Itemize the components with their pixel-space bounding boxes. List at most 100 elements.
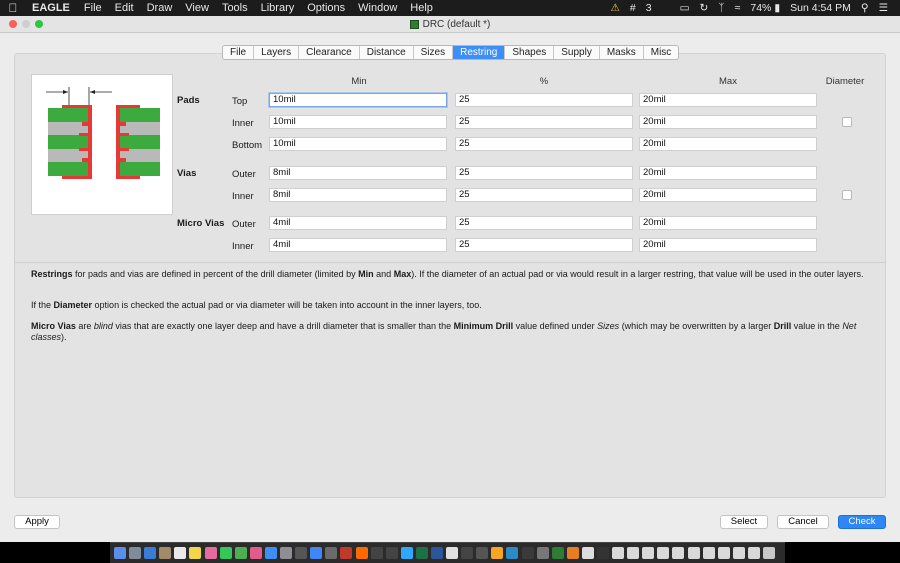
pads-diameter-checkbox[interactable] xyxy=(842,117,852,127)
menu-edit[interactable]: Edit xyxy=(115,2,134,14)
cancel-button[interactable]: Cancel xyxy=(777,515,829,529)
pads-bottom-min-field[interactable]: 10mil xyxy=(269,137,447,151)
app-icon-15[interactable] xyxy=(325,547,338,559)
pads-top-min-field[interactable]: 10mil xyxy=(269,93,447,107)
micro-vias-inner-min-field[interactable]: 4mil xyxy=(269,238,447,252)
vias-outer-percent-field[interactable]: 25 xyxy=(455,166,633,180)
battery-level[interactable]: 74% xyxy=(750,2,771,14)
hash-icon[interactable]: # xyxy=(630,2,636,14)
app-name[interactable]: EAGLE xyxy=(32,2,70,14)
pads-top-max-field[interactable]: 20mil xyxy=(639,93,817,107)
app-icon-27[interactable] xyxy=(506,547,519,559)
select-button[interactable]: Select xyxy=(720,515,768,529)
menu-library[interactable]: Library xyxy=(261,2,295,14)
bluetooth-icon[interactable]: ᛉ xyxy=(718,2,724,14)
tab-restring[interactable]: Restring xyxy=(453,46,506,59)
zoom-window-button[interactable] xyxy=(35,20,43,28)
pads-inner-percent-field[interactable]: 25 xyxy=(455,115,633,129)
illustrator-icon[interactable] xyxy=(355,547,368,559)
launchpad-icon[interactable] xyxy=(129,547,142,559)
app-icon-24[interactable] xyxy=(461,547,474,559)
clock[interactable]: Sun 4:54 PM xyxy=(790,2,851,14)
menu-file[interactable]: File xyxy=(84,2,102,14)
airplay-icon[interactable]: ▭ xyxy=(680,2,690,14)
safari-icon[interactable] xyxy=(144,547,157,559)
menu-view[interactable]: View xyxy=(185,2,209,14)
sync-icon[interactable]: ↻ xyxy=(699,2,708,14)
list-icon[interactable]: ☰ xyxy=(879,2,888,14)
minimize-window-button[interactable] xyxy=(22,20,30,28)
word-icon[interactable] xyxy=(430,547,443,559)
eagle-icon[interactable] xyxy=(566,547,579,559)
app-icon-16[interactable] xyxy=(340,547,353,559)
tab-supply[interactable]: Supply xyxy=(554,46,600,59)
window-thumb-10[interactable] xyxy=(747,547,760,559)
help-icon[interactable] xyxy=(370,547,383,559)
messages-icon[interactable] xyxy=(219,547,232,559)
blender-icon[interactable] xyxy=(491,547,504,559)
app-store-icon[interactable] xyxy=(264,547,277,559)
vias-outer-min-field[interactable]: 8mil xyxy=(269,166,447,180)
pads-inner-min-field[interactable]: 10mil xyxy=(269,115,447,129)
menu-draw[interactable]: Draw xyxy=(147,2,173,14)
menu-window[interactable]: Window xyxy=(358,2,397,14)
window-thumb-2[interactable] xyxy=(627,547,640,559)
terminal-icon[interactable] xyxy=(295,547,308,559)
tab-shapes[interactable]: Shapes xyxy=(505,46,555,59)
facetime-icon[interactable] xyxy=(234,547,247,559)
notes-icon[interactable] xyxy=(189,547,202,559)
window-thumb-8[interactable] xyxy=(717,547,730,559)
micro-vias-outer-max-field[interactable]: 20mil xyxy=(639,216,817,230)
tab-clearance[interactable]: Clearance xyxy=(299,46,360,59)
vias-inner-min-field[interactable]: 8mil xyxy=(269,188,447,202)
tab-layers[interactable]: Layers xyxy=(254,46,300,59)
photoshop-icon[interactable] xyxy=(400,547,413,559)
vias-inner-percent-field[interactable]: 25 xyxy=(455,188,633,202)
window-thumb-7[interactable] xyxy=(702,547,715,559)
warning-icon[interactable]: ⚠ xyxy=(610,2,619,14)
calendar-icon[interactable] xyxy=(174,547,187,559)
window-thumb-4[interactable] xyxy=(657,547,670,559)
menu-tools[interactable]: Tools xyxy=(222,2,248,14)
vias-inner-max-field[interactable]: 20mil xyxy=(639,188,817,202)
micro-vias-inner-max-field[interactable]: 20mil xyxy=(639,238,817,252)
battery-icon[interactable]: ▮ xyxy=(774,2,780,14)
tab-sizes[interactable]: Sizes xyxy=(414,46,454,59)
itunes-icon[interactable] xyxy=(249,547,262,559)
photos-icon[interactable] xyxy=(204,547,217,559)
window-thumb-6[interactable] xyxy=(687,547,700,559)
chrome-icon[interactable] xyxy=(310,547,323,559)
apple-icon[interactable]:  xyxy=(0,1,26,15)
window-thumb-9[interactable] xyxy=(732,547,745,559)
help-icon-2[interactable] xyxy=(385,547,398,559)
app-icon-30[interactable] xyxy=(551,547,564,559)
tab-masks[interactable]: Masks xyxy=(600,46,644,59)
pads-bottom-percent-field[interactable]: 25 xyxy=(455,137,633,151)
window-thumb-3[interactable] xyxy=(642,547,655,559)
pads-top-percent-field[interactable]: 25 xyxy=(455,93,633,107)
trash-icon[interactable] xyxy=(763,547,776,559)
excel-icon[interactable] xyxy=(415,547,428,559)
search-icon[interactable]: ⚲ xyxy=(861,2,869,14)
close-window-button[interactable] xyxy=(9,20,17,28)
wifi-icon[interactable]: ≈ xyxy=(735,2,741,14)
menu-options[interactable]: Options xyxy=(307,2,345,14)
vias-diameter-checkbox[interactable] xyxy=(842,190,852,200)
pads-inner-max-field[interactable]: 20mil xyxy=(639,115,817,129)
tab-file[interactable]: File xyxy=(223,46,255,59)
notification-count[interactable]: 3 xyxy=(646,2,652,14)
tab-distance[interactable]: Distance xyxy=(360,46,414,59)
window-thumb-5[interactable] xyxy=(672,547,685,559)
micro-vias-outer-percent-field[interactable]: 25 xyxy=(455,216,633,230)
contacts-icon[interactable] xyxy=(159,547,172,559)
window-thumb-1[interactable] xyxy=(612,547,625,559)
vias-outer-max-field[interactable]: 20mil xyxy=(639,166,817,180)
micro-vias-inner-percent-field[interactable]: 25 xyxy=(455,238,633,252)
menu-help[interactable]: Help xyxy=(410,2,433,14)
pads-bottom-max-field[interactable]: 20mil xyxy=(639,137,817,151)
document-icon[interactable] xyxy=(581,547,594,559)
tab-misc[interactable]: Misc xyxy=(644,46,679,59)
apply-button[interactable]: Apply xyxy=(14,515,60,529)
system-preferences-icon[interactable] xyxy=(280,547,293,559)
micro-vias-outer-min-field[interactable]: 4mil xyxy=(269,216,447,230)
